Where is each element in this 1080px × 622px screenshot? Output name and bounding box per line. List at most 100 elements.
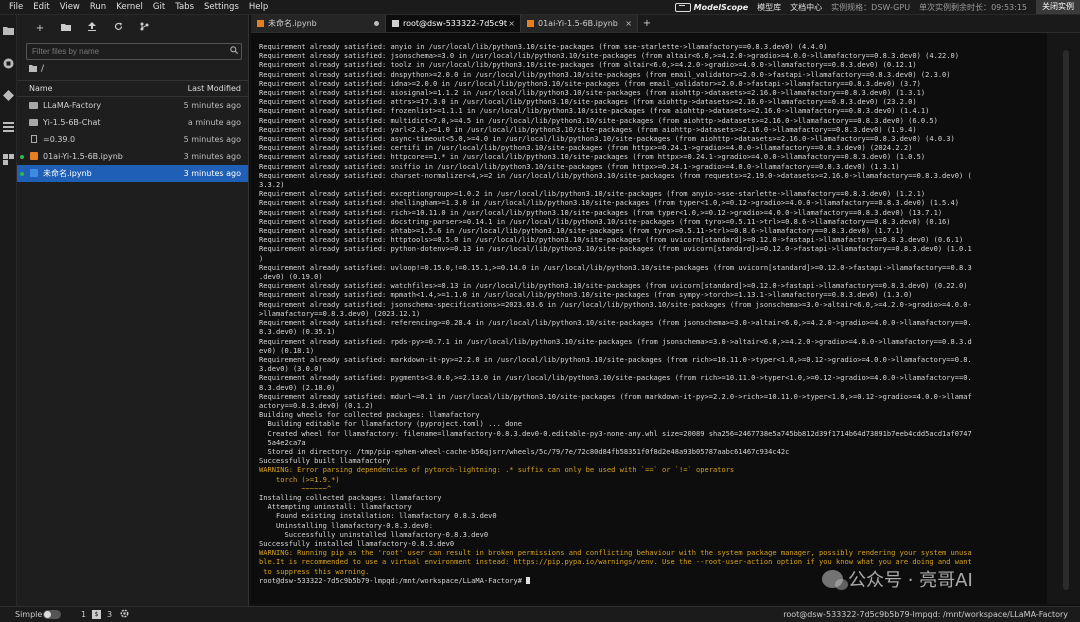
- terminal-line: Attempting uninstall: llamafactory: [259, 502, 412, 512]
- new-folder-button[interactable]: [53, 23, 79, 34]
- file-row[interactable]: Yi-1.5-6B-Chat a minute ago: [17, 114, 248, 131]
- status-bar: Simple 1 $ 3 root@dsw-533322-7d5c9b5b79-…: [0, 606, 1080, 622]
- terminal-scrollbar[interactable]: [1063, 50, 1069, 590]
- runtime-value: 09:53:15: [991, 2, 1027, 12]
- terminal-warning-line: to suppress this warning.: [259, 566, 370, 576]
- git-clone-icon: [140, 22, 148, 31]
- file-row[interactable]: 01ai-Yi-1.5-6B.ipynb 3 minutes ago: [17, 148, 248, 165]
- terminal-line: Requirement already satisfied: toolz in …: [259, 60, 917, 70]
- watermark: 公众号 · 亮哥AI: [822, 566, 973, 592]
- git-clone-button[interactable]: [131, 22, 157, 34]
- menu-settings[interactable]: Settings: [199, 0, 244, 14]
- file-modified: 5 minutes ago: [183, 101, 241, 110]
- terminal-line: .dev0) (0.19.0): [259, 272, 323, 282]
- terminal-line: Requirement already satisfied: exception…: [259, 189, 926, 199]
- terminal-line: Requirement already satisfied: jsonschem…: [259, 51, 960, 61]
- close-tab-icon[interactable]: ×: [625, 15, 632, 32]
- terminal-line: Requirement already satisfied: mdurl~=0.…: [259, 391, 972, 401]
- file-row[interactable]: =0.39.0 5 minutes ago: [17, 131, 248, 148]
- notebook-icon: [28, 165, 39, 182]
- terminal[interactable]: Requirement already satisfied: anyio in …: [251, 33, 1047, 604]
- watermark-text: 公众号 · 亮哥AI: [848, 570, 973, 591]
- wechat-icon: [822, 570, 848, 590]
- running-indicator: [20, 155, 24, 159]
- menu-git[interactable]: Git: [148, 0, 170, 14]
- terminal-line: 3.3.2): [259, 180, 285, 190]
- unsaved-indicator-icon[interactable]: [374, 21, 379, 26]
- git-icon[interactable]: [3, 90, 14, 101]
- menu-kernel[interactable]: Kernel: [111, 0, 148, 14]
- running-icon[interactable]: [3, 58, 14, 69]
- close-instance-button[interactable]: 关闭实例: [1036, 0, 1080, 14]
- runtime-remaining: 单次实例剩余时长：09:53:15: [919, 2, 1027, 13]
- settings-icon[interactable]: [120, 607, 129, 622]
- terminal-line: Requirement already satisfied: rich>=10.…: [259, 207, 943, 217]
- folder-icon[interactable]: [3, 26, 14, 37]
- terminal-warning-line: ~~~~~~^: [259, 483, 332, 493]
- terminal-line: Requirement already satisfied: watchfile…: [259, 281, 968, 291]
- menu-tabs[interactable]: Tabs: [170, 0, 199, 14]
- file-name: 未命名.ipynb: [43, 169, 92, 178]
- terminal-line: Requirement already satisfied: httpcore=…: [259, 152, 926, 162]
- file-row[interactable]: LLaMA-Factory 5 minutes ago: [17, 97, 248, 114]
- terminal-line: 8.3.dev0) (0.35.1): [259, 327, 336, 337]
- tab-label: 01ai-Yi-1.5-6B.ipynb: [538, 19, 618, 28]
- new-launcher-button[interactable]: +: [27, 23, 53, 34]
- main-menu: File Edit View Run Kernel Git Tabs Settings Help: [0, 0, 273, 14]
- file-list: LLaMA-Factory 5 minutes ago Yi-1.5-6B-Chat…: [17, 97, 248, 182]
- terminal-warning-line: WARNING: Running pip as the 'root' user …: [259, 548, 972, 558]
- terminal-line: Requirement already satisfied: referenci…: [259, 318, 972, 328]
- file-list-header: Name Last Modified: [17, 80, 248, 97]
- refresh-button[interactable]: [105, 22, 131, 34]
- terminal-warning-line: torch (>=1.9.*): [259, 474, 340, 484]
- terminal-line: Stored in directory: /tmp/pip-ephem-whee…: [259, 446, 790, 456]
- running-indicator: [20, 172, 24, 176]
- modified-column-header[interactable]: Last Modified: [171, 81, 248, 96]
- menu-bar: File Edit View Run Kernel Git Tabs Settings Help…: [0, 0, 1080, 15]
- file-modified: 5 minutes ago: [183, 135, 241, 144]
- tab-notebook[interactable]: 01ai-Yi-1.5-6B.ipynb ×: [521, 15, 638, 32]
- terminal-line: Requirement already satisfied: attrs>=17…: [259, 97, 917, 107]
- terminal-line: Requirement already satisfied: dnspython…: [259, 69, 951, 79]
- tab-bar: 未命名.ipynb root@dsw-533322-7d5c9t × 01ai-Yi-…: [251, 15, 1080, 33]
- terminal-line: Requirement already satisfied: httptools…: [259, 235, 964, 245]
- simple-mode-label: Simple: [15, 610, 43, 619]
- upload-button[interactable]: [79, 22, 105, 34]
- file-name: =0.39.0: [43, 135, 76, 144]
- modelscope-logo[interactable]: ModelScope: [674, 2, 748, 12]
- kernel-count[interactable]: 3: [107, 607, 112, 622]
- menu-file[interactable]: File: [4, 0, 28, 14]
- file-modified: a minute ago: [187, 118, 241, 127]
- docs-link[interactable]: 文档中心: [790, 2, 822, 13]
- terminal-line: ev0) (0.18.1): [259, 345, 315, 355]
- close-tab-icon[interactable]: ×: [508, 15, 515, 32]
- extensions-icon[interactable]: [3, 154, 14, 165]
- terminal-line: Requirement already satisfied: certifi i…: [259, 143, 913, 153]
- terminal-line: Requirement already satisfied: sniffio i…: [259, 161, 900, 171]
- models-link[interactable]: 模型库: [757, 2, 781, 13]
- terminal-output: Requirement already satisfied: anyio in …: [251, 33, 1047, 585]
- terminal-line: Successfully built llamafactory: [259, 456, 391, 466]
- name-column-header[interactable]: Name: [17, 81, 171, 96]
- terminal-path: root@dsw-533322-7d5c9b5b79-lmpqd: /mnt/w…: [783, 610, 1068, 619]
- terminal-line: Created wheel for llamafactory: filename…: [259, 428, 972, 438]
- tab-terminal[interactable]: root@dsw-533322-7d5c9t ×: [386, 15, 521, 32]
- terminal-line: Requirement already satisfied: uvloop!=0…: [259, 262, 972, 272]
- terminal-line: Successfully uninstalled llamafactory-0.…: [259, 529, 489, 539]
- breadcrumb-path[interactable]: /: [41, 64, 44, 74]
- menu-view[interactable]: View: [55, 0, 85, 14]
- menu-run[interactable]: Run: [85, 0, 111, 14]
- table-of-contents-icon[interactable]: [3, 122, 14, 133]
- file-filter-input[interactable]: [27, 46, 227, 57]
- menu-help[interactable]: Help: [244, 0, 273, 14]
- folder-icon[interactable]: [29, 61, 37, 79]
- tab-notebook[interactable]: 未命名.ipynb: [251, 15, 386, 32]
- new-tab-button[interactable]: +: [640, 15, 654, 32]
- simple-mode-toggle[interactable]: [43, 610, 61, 619]
- terminal-line: Requirement already satisfied: jsonschem…: [259, 299, 972, 309]
- terminal-line: Requirement already satisfied: python-do…: [259, 244, 972, 254]
- terminal-count[interactable]: 1: [81, 607, 86, 622]
- file-row[interactable]: 未命名.ipynb 3 minutes ago: [17, 165, 248, 182]
- menu-edit[interactable]: Edit: [28, 0, 54, 14]
- new-folder-icon: [61, 23, 71, 31]
